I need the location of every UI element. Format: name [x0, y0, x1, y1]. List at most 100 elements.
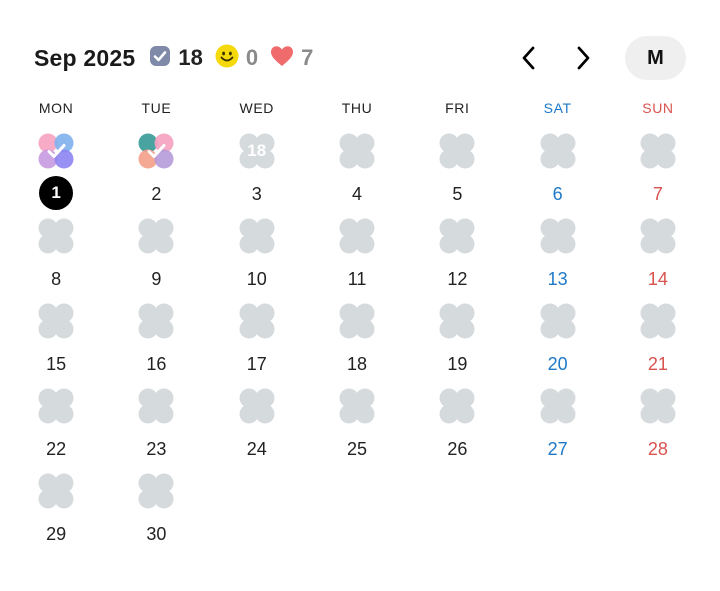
completed-day-icon[interactable]	[37, 132, 75, 170]
empty-day-icon[interactable]	[37, 472, 75, 510]
view-mode-button[interactable]: M	[625, 36, 686, 80]
heart-icon	[270, 45, 294, 72]
date-label: 17	[246, 353, 267, 374]
calendar-day[interactable]: 17	[207, 302, 307, 387]
empty-day-icon[interactable]	[238, 217, 276, 255]
weekday-label: TUE	[141, 100, 172, 116]
calendar-day[interactable]: 18	[307, 302, 407, 387]
empty-day-icon[interactable]	[438, 132, 476, 170]
today-date-label: 1	[39, 176, 74, 210]
date-label: 3	[251, 183, 262, 204]
calendar-day[interactable]: 16	[106, 302, 206, 387]
date-label: 29	[46, 523, 67, 544]
empty-day-icon[interactable]	[338, 302, 376, 340]
empty-day-icon[interactable]	[338, 132, 376, 170]
calendar-day[interactable]: 26	[407, 387, 507, 472]
calendar-day[interactable]: 23	[106, 387, 206, 472]
calendar-day[interactable]: 9	[106, 217, 206, 302]
empty-day-icon[interactable]	[37, 217, 75, 255]
date-label: 14	[647, 268, 668, 289]
calendar-day[interactable]: 25	[307, 387, 407, 472]
calendar-day[interactable]: 28	[608, 387, 708, 472]
date-label: 7	[652, 183, 663, 204]
empty-day-icon[interactable]	[539, 302, 577, 340]
date-label: 28	[647, 438, 668, 459]
calendar-day[interactable]: 30	[106, 472, 206, 557]
date-label: 6	[552, 183, 563, 204]
calendar-day[interactable]: 8	[6, 217, 106, 302]
day-count-badge[interactable]: 18	[238, 132, 276, 170]
calendar-day[interactable]: 1	[6, 132, 106, 217]
empty-day-icon[interactable]	[137, 302, 175, 340]
love-count: 7	[301, 45, 314, 70]
calendar-day[interactable]: 19	[407, 302, 507, 387]
empty-day-icon[interactable]	[438, 387, 476, 425]
month-title[interactable]: Sep 2025	[34, 45, 135, 72]
calendar-header: Sep 2025 18 0 7 M	[34, 36, 686, 80]
date-label: 16	[146, 353, 167, 374]
empty-day-icon[interactable]	[137, 217, 175, 255]
love-stat: 7	[270, 45, 313, 72]
empty-day-icon[interactable]	[238, 302, 276, 340]
calendar-day[interactable]: 12	[407, 217, 507, 302]
date-label: 27	[547, 438, 568, 459]
empty-day-icon[interactable]	[539, 387, 577, 425]
date-label: 5	[452, 183, 463, 204]
date-label: 30	[146, 523, 167, 544]
calendar-day[interactable]: 24	[207, 387, 307, 472]
calendar-day[interactable]: 22	[6, 387, 106, 472]
weekday-label: SUN	[642, 100, 674, 116]
weekday-label: SAT	[543, 100, 572, 116]
empty-day-icon[interactable]	[438, 217, 476, 255]
empty-day-icon[interactable]	[238, 387, 276, 425]
date-label: 15	[46, 353, 67, 374]
calendar-day[interactable]: 5	[407, 132, 507, 217]
chevron-left-icon	[522, 46, 535, 70]
calendar-day[interactable]: 11	[307, 217, 407, 302]
previous-month-button[interactable]	[509, 38, 549, 78]
completed-day-icon[interactable]	[137, 132, 175, 170]
empty-day-icon[interactable]	[639, 217, 677, 255]
weekday-label: THU	[341, 100, 373, 116]
date-label: 26	[447, 438, 468, 459]
empty-day-icon[interactable]	[438, 302, 476, 340]
calendar-day[interactable]: 29	[6, 472, 106, 557]
calendar-day[interactable]: 15	[6, 302, 106, 387]
date-label: 18	[347, 353, 368, 374]
empty-day-icon[interactable]	[37, 302, 75, 340]
done-stat: 18	[149, 45, 203, 72]
empty-day-icon[interactable]	[539, 132, 577, 170]
mood-count: 0	[245, 45, 259, 70]
calendar-day[interactable]: 18 3	[207, 132, 307, 217]
empty-day-icon[interactable]	[338, 217, 376, 255]
next-month-button[interactable]	[563, 38, 603, 78]
date-label: 23	[146, 438, 167, 459]
empty-day-icon[interactable]	[639, 302, 677, 340]
empty-day-icon[interactable]	[338, 387, 376, 425]
calendar-day[interactable]: 2	[106, 132, 206, 217]
empty-day-icon[interactable]	[639, 132, 677, 170]
calendar-day[interactable]: 4	[307, 132, 407, 217]
calendar-day[interactable]: 21	[608, 302, 708, 387]
day-count: 18	[247, 141, 267, 160]
calendar-day[interactable]: 10	[207, 217, 307, 302]
date-label: 10	[246, 268, 267, 289]
empty-day-icon[interactable]	[539, 217, 577, 255]
empty-day-icon[interactable]	[37, 387, 75, 425]
calendar-day[interactable]: 7	[608, 132, 708, 217]
calendar-day[interactable]: 20	[507, 302, 607, 387]
date-label: 20	[547, 353, 568, 374]
date-label: 24	[246, 438, 267, 459]
empty-day-icon[interactable]	[137, 387, 175, 425]
empty-day-icon[interactable]	[639, 387, 677, 425]
calendar-day[interactable]: 13	[507, 217, 607, 302]
date-label: 22	[46, 438, 67, 459]
checkbox-icon	[149, 45, 171, 72]
calendar-day[interactable]: 14	[608, 217, 708, 302]
weekday-label: FRI	[445, 100, 470, 116]
calendar-grid: 1 2 18 3 4 5 6 7 8 9 10 11 12 13 14 15 16 17 18 19 20 21 22 23 2…	[6, 132, 708, 557]
calendar-day[interactable]: 27	[507, 387, 607, 472]
weekday-header: MON TUE WED THU FRI SAT SUN	[6, 100, 708, 116]
calendar-day[interactable]: 6	[507, 132, 607, 217]
empty-day-icon[interactable]	[137, 472, 175, 510]
